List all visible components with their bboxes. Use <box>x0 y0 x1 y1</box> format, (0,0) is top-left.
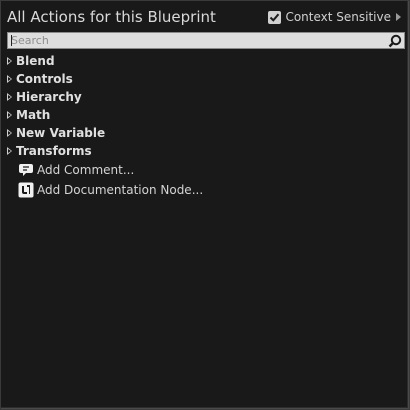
category-label: Math <box>16 108 51 122</box>
expand-triangle-icon[interactable] <box>7 75 12 83</box>
category-new-variable[interactable]: New Variable <box>1 124 409 142</box>
category-label: New Variable <box>16 126 106 140</box>
category-label: Hierarchy <box>16 90 82 104</box>
action-list: Blend Controls Hierarchy Math New Variab… <box>1 52 409 200</box>
context-sensitive-toggle[interactable]: Context Sensitive <box>268 9 401 25</box>
action-label: Add Documentation Node... <box>37 183 204 197</box>
context-sensitive-arrow-icon[interactable] <box>396 13 401 21</box>
category-label: Transforms <box>16 144 92 158</box>
category-math[interactable]: Math <box>1 106 409 124</box>
search-icon[interactable] <box>388 34 402 48</box>
checkmark-icon <box>270 13 280 22</box>
panel-title: All Actions for this Blueprint <box>7 8 216 26</box>
category-transforms[interactable]: Transforms <box>1 142 409 160</box>
category-label: Controls <box>16 72 73 86</box>
text-caret <box>11 35 12 46</box>
search-input[interactable] <box>11 33 381 48</box>
unreal-logo-icon <box>18 182 34 198</box>
expand-triangle-icon[interactable] <box>7 111 12 119</box>
category-hierarchy[interactable]: Hierarchy <box>1 88 409 106</box>
action-add-documentation-node[interactable]: Add Documentation Node... <box>1 180 409 200</box>
search-box[interactable] <box>7 32 405 49</box>
expand-triangle-icon[interactable] <box>7 57 12 65</box>
comment-icon <box>19 164 33 176</box>
context-sensitive-label: Context Sensitive <box>285 10 391 24</box>
action-add-comment[interactable]: Add Comment... <box>1 160 409 180</box>
expand-triangle-icon[interactable] <box>7 129 12 137</box>
expand-triangle-icon[interactable] <box>7 93 12 101</box>
action-menu-header: All Actions for this Blueprint Context S… <box>1 1 409 31</box>
expand-triangle-icon[interactable] <box>7 147 12 155</box>
category-blend[interactable]: Blend <box>1 52 409 70</box>
action-menu-panel: All Actions for this Blueprint Context S… <box>0 0 408 408</box>
context-sensitive-checkbox[interactable] <box>268 10 282 24</box>
category-controls[interactable]: Controls <box>1 70 409 88</box>
action-label: Add Comment... <box>37 163 135 177</box>
category-label: Blend <box>16 54 55 68</box>
